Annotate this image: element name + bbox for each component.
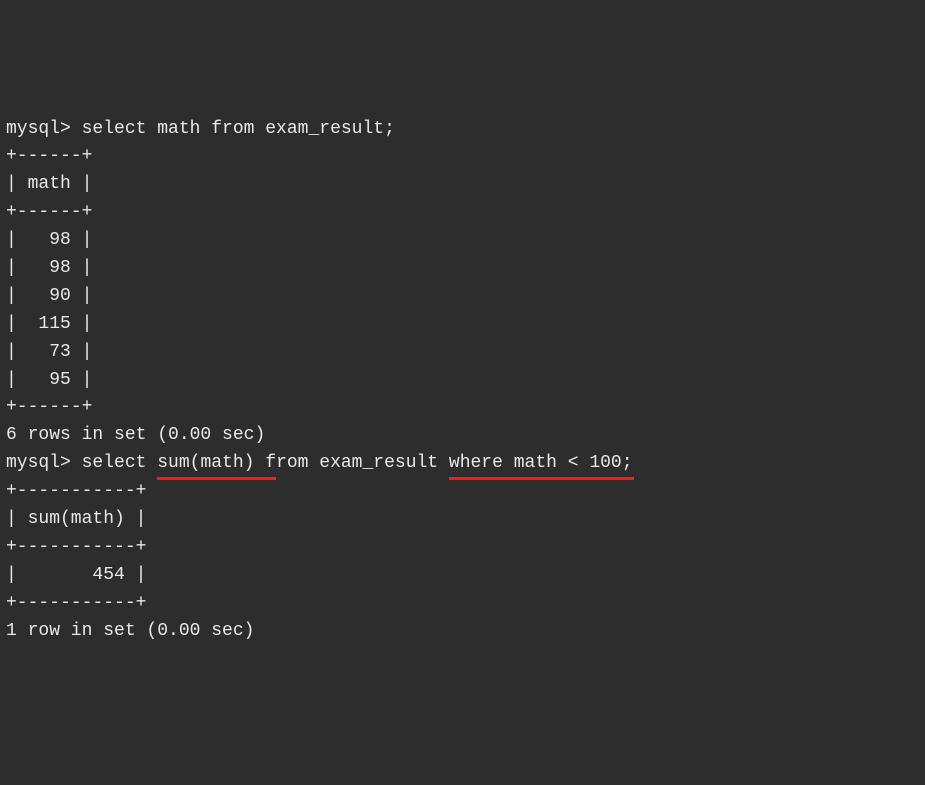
terminal-output: mysql> select math from exam_result;+---… [6,116,919,646]
table2-top-border: +-----------+ [6,478,919,506]
result1-message: 6 rows in set (0.00 sec) [6,422,919,450]
prompt: mysql> [6,453,71,473]
table1-row: | 98 | [6,227,919,255]
prompt: mysql> [6,119,71,139]
q2-mid: from exam_result [254,453,448,473]
table1-row: | 95 | [6,367,919,395]
table1-row: | 73 | [6,339,919,367]
table2-row: | 454 | [6,562,919,590]
table1-mid-border: +------+ [6,199,919,227]
q2-suffix: ; [622,453,633,473]
sql-query-1: select math from exam_result; [82,119,395,139]
q2-sum-text: sum(math) [157,453,254,473]
table1-row: | 90 | [6,283,919,311]
table2-header: | sum(math) | [6,506,919,534]
underline-icon [449,477,634,480]
query2-line: mysql> select sum(math) from exam_result… [6,450,919,478]
table2-bottom-border: +-----------+ [6,590,919,618]
table1-header: | math | [6,171,919,199]
q2-prefix: select [82,453,158,473]
q2-where-text: where math < 100 [449,453,622,473]
table1-top-border: +------+ [6,143,919,171]
q2-where-underlined: where math < 100 [449,450,622,478]
table1-row: | 98 | [6,255,919,283]
table1-bottom-border: +------+ [6,394,919,422]
underline-icon [157,477,276,480]
table2-mid-border: +-----------+ [6,534,919,562]
q2-sum-underlined: sum(math) [157,450,254,478]
query1-line: mysql> select math from exam_result; [6,116,919,144]
result2-message: 1 row in set (0.00 sec) [6,618,919,646]
table1-row: | 115 | [6,311,919,339]
